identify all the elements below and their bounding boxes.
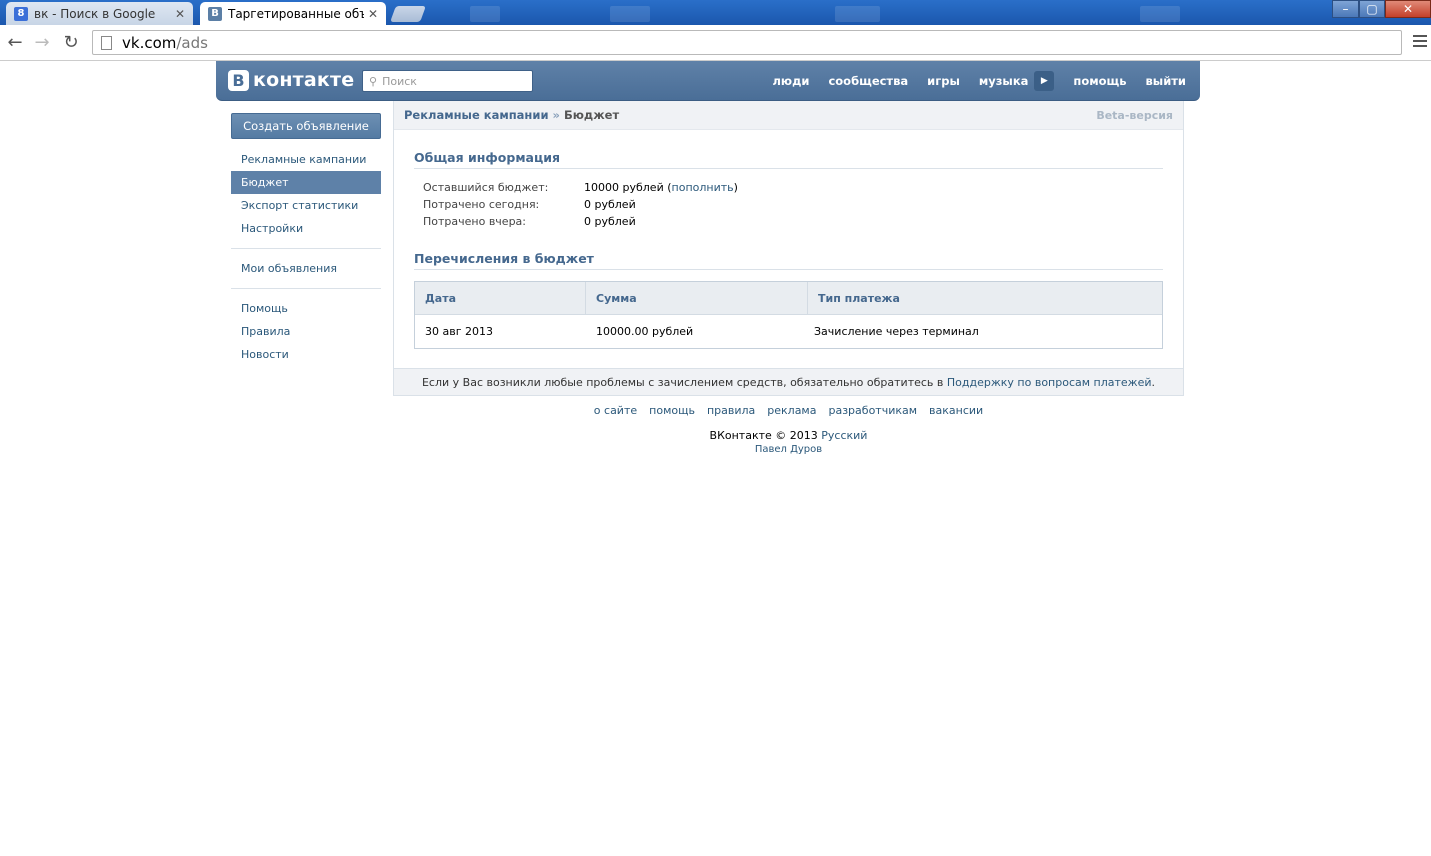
- search-input[interactable]: [382, 74, 523, 88]
- breadcrumb-current: Бюджет: [563, 108, 620, 122]
- sidebar-item-my-ads[interactable]: Мои объявления: [231, 257, 381, 280]
- payment-support-link[interactable]: Поддержку по вопросам платежей: [947, 376, 1152, 389]
- breadcrumb-campaigns[interactable]: Рекламные кампании: [404, 108, 549, 122]
- browser-tabstrip: 8 вк - Поиск в Google ✕ B Таргетированны…: [0, 0, 1431, 25]
- breadcrumb-separator: »: [552, 108, 560, 122]
- table-row: 30 авг 2013 10000.00 рублей Зачисление ч…: [415, 315, 1162, 348]
- support-note-end: .: [1151, 375, 1156, 389]
- sidebar-item-news[interactable]: Новости: [231, 343, 381, 366]
- sidebar-item-help[interactable]: Помощь: [231, 297, 381, 320]
- close-window-button[interactable]: ✕: [1385, 0, 1431, 18]
- tab-title: вк - Поиск в Google: [34, 6, 156, 21]
- support-note: Если у Вас возникли любые проблемы с зач…: [394, 368, 1183, 395]
- new-tab-button[interactable]: [390, 6, 426, 22]
- background-decoration: [470, 6, 500, 22]
- column-header-date: Дата: [415, 282, 586, 314]
- footer-link-jobs[interactable]: вакансии: [929, 404, 983, 417]
- maximize-button[interactable]: ▢: [1359, 0, 1385, 18]
- footer-link-rules[interactable]: правила: [707, 404, 755, 417]
- search-icon: ⚲: [369, 74, 378, 88]
- tab-title: Таргетированные объяв/: [228, 6, 364, 21]
- browser-tab-google[interactable]: 8 вк - Поиск в Google ✕: [6, 2, 193, 25]
- site-header: В контакте ⚲ люди сообщества игры музыка…: [216, 61, 1200, 101]
- section-title-general: Общая информация: [414, 150, 1163, 169]
- url-host: vk.com: [122, 33, 177, 52]
- page-icon: [101, 35, 112, 50]
- nav-help[interactable]: помощь: [1073, 74, 1126, 88]
- browser-toolbar: ← → ↻ vk.com/ads: [0, 25, 1431, 61]
- table-header: Дата Сумма Тип платежа: [415, 282, 1162, 315]
- address-bar[interactable]: vk.com/ads: [92, 30, 1402, 55]
- beta-badge: Beta-версия: [1096, 108, 1173, 122]
- footer-link-about[interactable]: о сайте: [594, 404, 637, 417]
- sidebar-item-settings[interactable]: Настройки: [231, 217, 381, 240]
- breadcrumb: Рекламные кампании » Бюджет Beta-версия: [394, 101, 1183, 130]
- browser-menu-icon[interactable]: [1413, 35, 1427, 50]
- top-navigation: люди сообщества игры музыка ▶ помощь вый…: [754, 61, 1186, 101]
- back-arrow-icon[interactable]: ←: [4, 31, 26, 53]
- column-header-type: Тип платежа: [818, 291, 900, 305]
- sidebar-item-rules[interactable]: Правила: [231, 320, 381, 343]
- sidebar-item-campaigns[interactable]: Рекламные кампании: [231, 148, 381, 171]
- minimize-button[interactable]: –: [1332, 0, 1359, 18]
- remaining-label: Оставшийся бюджет:: [423, 181, 549, 194]
- copyright: ВКонтакте © 2013 Русский: [393, 429, 1184, 442]
- divider: [231, 288, 381, 289]
- footer-link-help[interactable]: помощь: [649, 404, 695, 417]
- cell-amount: 10000.00 рублей: [596, 325, 694, 338]
- reload-icon[interactable]: ↻: [60, 31, 82, 53]
- divider: [231, 248, 381, 249]
- footer-link-developers[interactable]: разработчикам: [828, 404, 917, 417]
- section-title-transfers: Перечисления в бюджет: [414, 251, 1163, 270]
- budget-panel: Рекламные кампании » Бюджет Beta-версия …: [393, 101, 1184, 396]
- create-ad-button[interactable]: Создать объявление: [231, 113, 381, 139]
- remaining-value: 10000 рублей: [584, 181, 664, 194]
- background-decoration: [1140, 6, 1180, 22]
- vk-favicon-icon: B: [208, 6, 222, 21]
- column-header-amount: Сумма: [586, 282, 808, 314]
- nav-communities[interactable]: сообщества: [828, 74, 908, 88]
- yesterday-value: 0 рублей: [584, 215, 636, 228]
- sidebar-item-budget[interactable]: Бюджет: [231, 171, 381, 194]
- sidebar-item-export[interactable]: Экспорт статистики: [231, 194, 381, 217]
- sidebar-menu: Рекламные кампании Бюджет Экспорт статис…: [231, 148, 381, 366]
- cell-date: 30 авг 2013: [425, 325, 493, 338]
- background-decoration: [835, 6, 880, 22]
- topup-link[interactable]: пополнить: [672, 181, 734, 194]
- close-icon[interactable]: ✕: [175, 7, 185, 21]
- close-icon[interactable]: ✕: [368, 7, 378, 21]
- logo-text: контакте: [253, 69, 355, 91]
- copyright-text: ВКонтакте © 2013: [709, 429, 818, 442]
- nav-logout[interactable]: выйти: [1146, 74, 1186, 88]
- search-box[interactable]: ⚲: [362, 70, 533, 92]
- background-decoration: [610, 6, 650, 22]
- nav-games[interactable]: игры: [927, 74, 960, 88]
- nav-music[interactable]: музыка: [979, 74, 1029, 88]
- author-link[interactable]: Павел Дуров: [393, 444, 1184, 455]
- language-link[interactable]: Русский: [821, 429, 867, 442]
- nav-people[interactable]: люди: [773, 74, 810, 88]
- play-icon[interactable]: ▶: [1034, 71, 1055, 91]
- budget-info: Оставшийся бюджет: 10000 рублей (пополни…: [423, 181, 738, 228]
- footer-link-ads[interactable]: реклама: [767, 404, 816, 417]
- today-value: 0 рублей: [584, 198, 636, 211]
- cell-type: Зачисление через терминал: [814, 325, 979, 338]
- logo-letter: В: [228, 69, 249, 91]
- url-path: /ads: [176, 33, 208, 52]
- today-label: Потрачено сегодня:: [423, 198, 540, 211]
- yesterday-label: Потрачено вчера:: [423, 215, 526, 228]
- transfers-table: Дата Сумма Тип платежа 30 авг 2013 10000…: [414, 281, 1163, 349]
- support-note-text: Если у Вас возникли любые проблемы с зач…: [421, 375, 944, 389]
- footer-links: о сайте помощь правила реклама разработч…: [393, 404, 1184, 417]
- google-favicon-icon: 8: [14, 6, 28, 21]
- forward-arrow-icon[interactable]: →: [31, 31, 53, 53]
- browser-tab-ads[interactable]: B Таргетированные объяв/ ✕: [200, 2, 386, 25]
- vk-logo[interactable]: В контакте: [228, 69, 354, 91]
